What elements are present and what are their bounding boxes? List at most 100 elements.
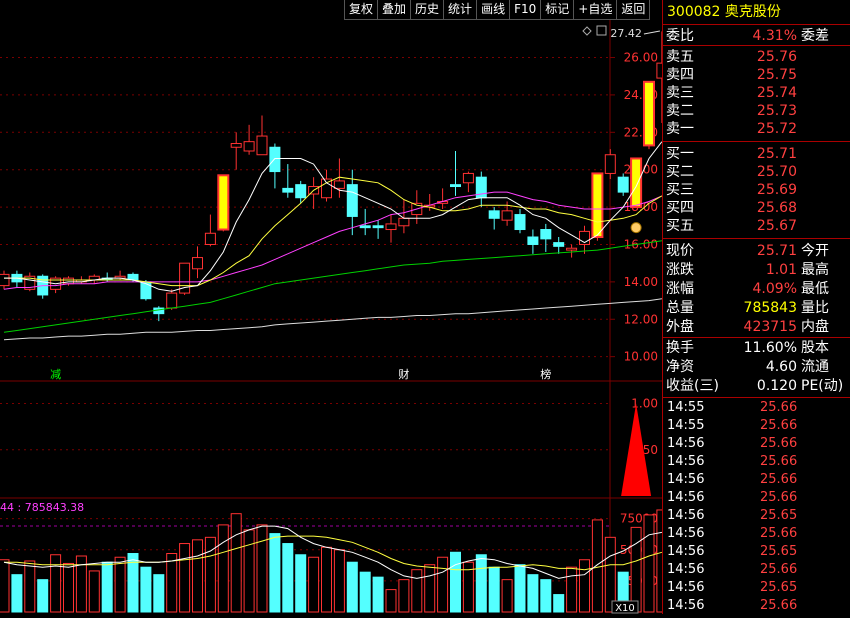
sell-row-5-label: 卖五 — [666, 49, 694, 65]
candle-body — [204, 232, 216, 245]
buy-row-5: 买五 25.67 — [663, 217, 850, 235]
volume-bar — [269, 533, 281, 613]
stat-row-2-value: 4.09% — [752, 281, 797, 297]
buy-row-4: 买四 25.68 — [663, 199, 850, 217]
toolbar-item-5[interactable]: F10 — [509, 0, 541, 20]
volume-bar — [630, 526, 642, 613]
volume-bar — [308, 556, 320, 613]
candle-body — [591, 172, 604, 238]
volume-bar — [553, 594, 565, 613]
volume-bar — [591, 519, 603, 613]
candle-body — [192, 257, 203, 270]
tick-row: 14:56 25.66 — [663, 435, 850, 453]
toolbar-item-4[interactable]: 画线 — [476, 0, 510, 20]
tick-time: 14:56 — [667, 436, 705, 451]
volume-bar — [282, 543, 294, 613]
stat-row-2: 涨幅 4.09% 最低 — [663, 280, 850, 298]
buy-row-3: 买三 25.69 — [663, 181, 850, 199]
stock-name: 奥克股份 — [724, 4, 781, 20]
event-marker: 减 — [50, 368, 61, 381]
quote-panel: 300082 奥克股份 委比 4.31% 委差 卖五 25.76 卖四 25.75 卖三 25.… — [662, 0, 850, 614]
toolbar-item-8[interactable]: 返回 — [616, 0, 651, 20]
toolbar-item-1[interactable]: 叠加 — [377, 0, 411, 20]
volume-bar — [192, 539, 203, 613]
stat-row-4: 外盘 423715 内盘 — [663, 318, 850, 336]
stat2-row-0-label2: 股本 — [801, 340, 829, 356]
price-tick-label: 10.00 — [624, 350, 658, 364]
stat-row-0-value: 25.71 — [756, 243, 797, 259]
stat-row-0-label: 现价 — [666, 243, 694, 259]
stat2-row-0-label: 换手 — [666, 340, 694, 356]
stat2-row-1-label: 净资 — [666, 359, 694, 375]
indicator-tick-label: 1.00 — [631, 397, 658, 411]
candle-body — [217, 174, 230, 231]
toolbar-item-0[interactable]: 复权 — [344, 0, 378, 20]
volume-bar — [372, 576, 384, 613]
price-tick-label: 14.00 — [624, 275, 658, 289]
diamond-icon — [582, 26, 592, 36]
stat-row-2-label2: 最低 — [801, 281, 829, 297]
tick-time: 14:56 — [667, 472, 705, 487]
candle-body — [604, 154, 616, 174]
stat-row-3-value: 785843 — [743, 300, 797, 316]
tick-row: 14:56 25.65 — [663, 543, 850, 561]
volume-bar — [475, 554, 487, 613]
candle-body — [501, 210, 513, 221]
kline-chart-svg: 26.0024.0022.0020.0018.0016.0014.0012.00… — [0, 20, 668, 614]
divider-stats — [663, 238, 850, 239]
volume-bar — [179, 543, 191, 613]
tick-row: 14:56 25.65 — [663, 507, 850, 525]
sell-row-1-label: 卖一 — [666, 121, 694, 137]
stat2-row-2-label2: PE(动) — [801, 378, 844, 394]
toolbar-item-2[interactable]: 历史 — [410, 0, 444, 20]
toolbar-item-7[interactable]: +自选 — [573, 0, 617, 20]
tick-row: 14:56 25.65 — [663, 579, 850, 597]
volume-bar — [346, 561, 358, 613]
tick-row: 14:56 25.66 — [663, 471, 850, 489]
tick-time: 14:56 — [667, 598, 705, 613]
volume-bar — [101, 561, 113, 613]
toolbar-item-3[interactable]: 统计 — [443, 0, 477, 20]
sell-row-4-value: 25.75 — [756, 67, 797, 83]
sell-row-3-value: 25.74 — [756, 85, 797, 101]
stat2-row-2: 收益(三) 0.120 PE(动) — [663, 377, 850, 395]
stat-row-3-label2: 量比 — [801, 300, 829, 316]
kline-chart-area[interactable]: 26.0024.0022.0020.0018.0016.0014.0012.00… — [0, 0, 668, 614]
chart-toolbar: 复权 叠加 历史 统计 画线 F10 标记 +自选 返回 — [344, 0, 651, 20]
volume-bar — [411, 569, 423, 613]
tick-price: 25.65 — [760, 544, 798, 559]
stat-row-1-value: 1.01 — [765, 262, 797, 278]
candle-body — [269, 146, 281, 173]
volume-bar — [540, 579, 552, 613]
buy-row-5-label: 买五 — [666, 218, 694, 234]
volume-bar — [166, 553, 178, 613]
candle-body — [398, 217, 410, 227]
volume-bar — [359, 571, 371, 613]
volume-header: 44 : 785843.38 — [0, 501, 84, 514]
tick-time: 14:55 — [667, 418, 705, 433]
sell-row-2-label: 卖二 — [666, 103, 694, 119]
toolbar-item-6[interactable]: 标记 — [540, 0, 574, 20]
weibi-row-value: 4.31% — [752, 28, 797, 44]
tick-row: 14:56 25.66 — [663, 453, 850, 471]
volume-bar — [24, 560, 36, 613]
tick-time: 14:56 — [667, 544, 705, 559]
volume-unit-label: X10 — [615, 603, 635, 614]
sell-row-2-value: 25.73 — [756, 103, 797, 119]
candle-body — [462, 172, 474, 184]
divider-book — [663, 141, 850, 142]
volume-bar — [114, 556, 126, 613]
sell-row-1: 卖一 25.72 — [663, 120, 850, 138]
tick-time: 14:56 — [667, 490, 705, 505]
candle-body — [643, 80, 655, 147]
candle-body — [372, 225, 384, 229]
candle-body — [527, 236, 539, 245]
stat-row-4-value: 423715 — [743, 319, 797, 335]
tick-time: 14:55 — [667, 400, 705, 415]
divider-ticks — [663, 397, 850, 398]
tick-time: 14:56 — [667, 580, 705, 595]
tick-row: 14:56 25.66 — [663, 489, 850, 507]
candle-body — [230, 143, 242, 148]
stat2-row-0-value: 11.60% — [743, 340, 797, 356]
buy-row-4-value: 25.68 — [756, 200, 797, 216]
